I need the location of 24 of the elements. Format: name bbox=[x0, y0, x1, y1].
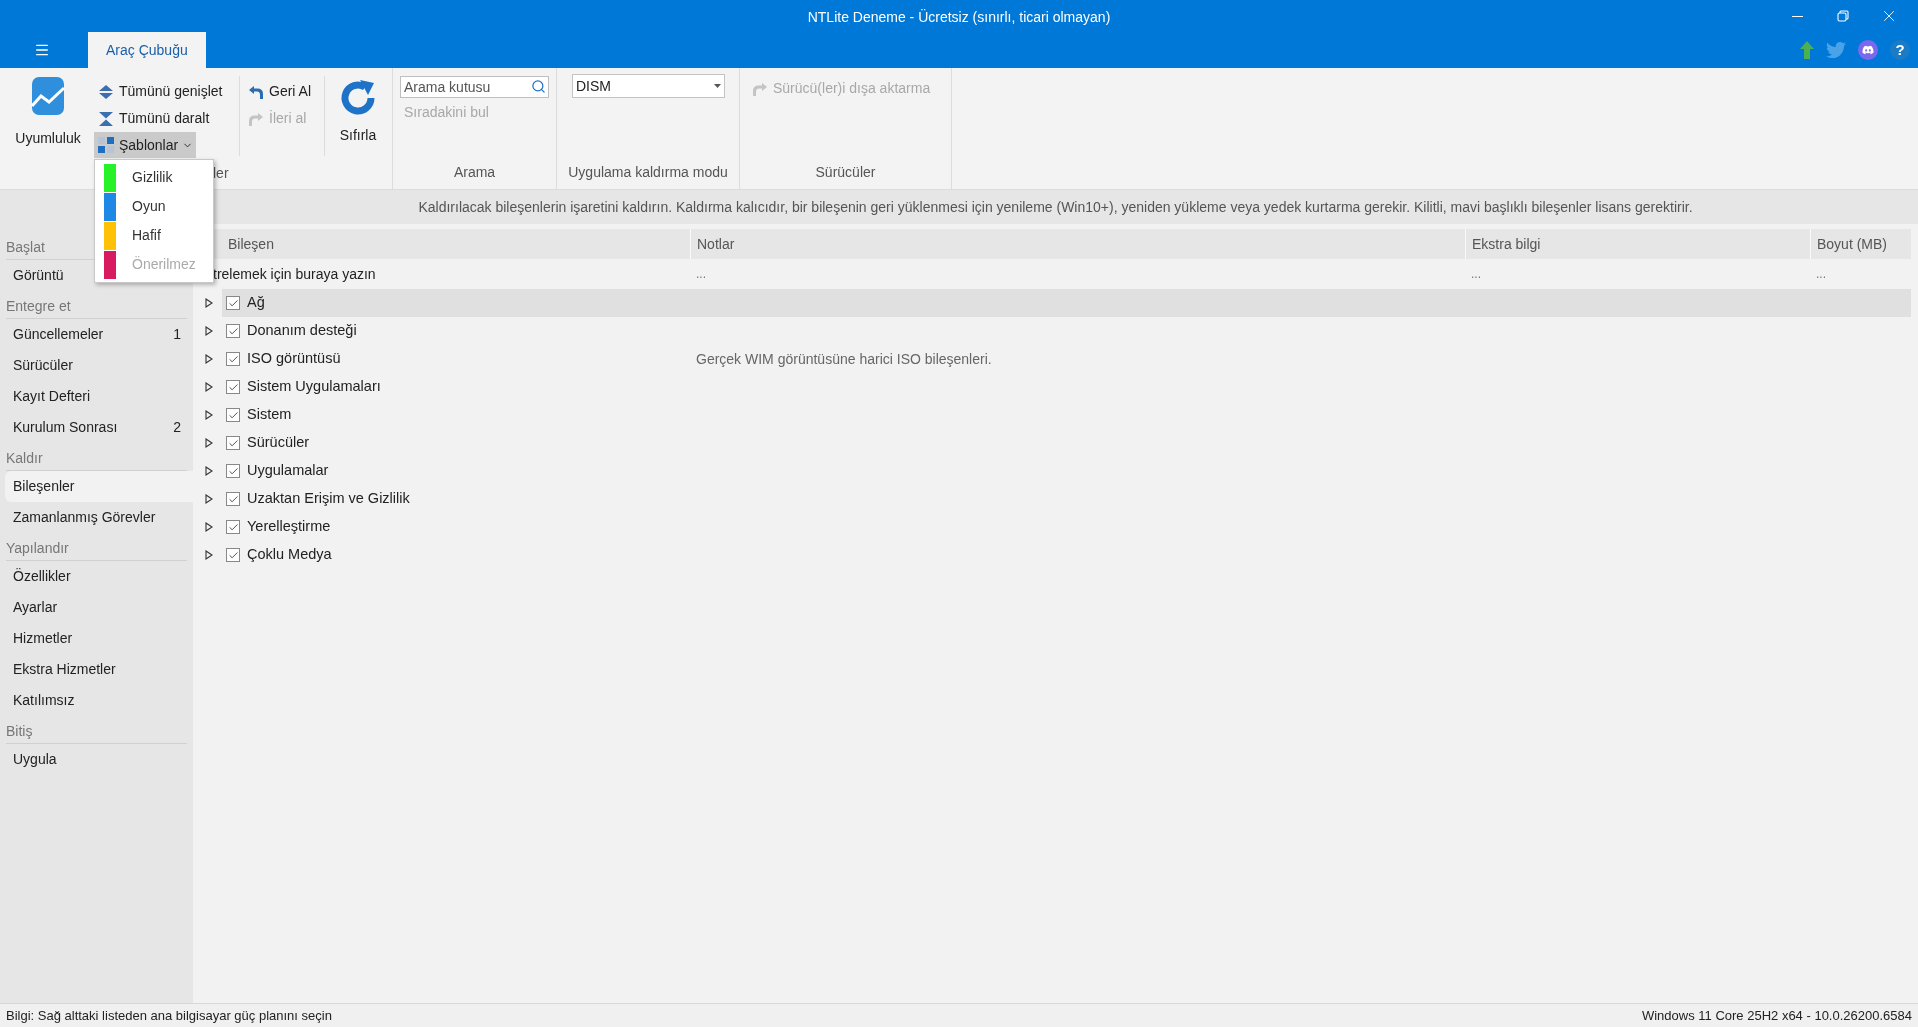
component-label: Sistem bbox=[247, 405, 292, 425]
window-title: NTLite Deneme - Ücretsiz (sınırlı, ticari olmayan) bbox=[807, 8, 1111, 27]
component-label: Sürücüler bbox=[247, 433, 310, 453]
component-label: Donanım desteği bbox=[247, 321, 357, 341]
component-label: Yerelleştirme bbox=[247, 517, 331, 537]
group-label: Sürücüler bbox=[815, 162, 876, 182]
note-text: Gerçek WIM görüntüsüne harici ISO bileşenleri. bbox=[695, 349, 993, 369]
component-label: Ağ bbox=[247, 293, 265, 313]
info-text: Kaldırılacak bileşenlerin işaretini kaldırın. Kaldırma kalıcıdır, bir bileşenin geri yüklenmesi için yenileme (Win10+), yeniden yükleme veya yedek kurtarma gerekir. Kilitli, mavi başlıklı bileşenler lisans gerektirir. bbox=[418, 197, 1693, 217]
component-label: Uygulamalar bbox=[247, 461, 329, 481]
group-label: Arama bbox=[453, 162, 496, 182]
version-text: Windows 11 Core 25H2 x64 - 10.0.26200.6584 bbox=[1641, 1006, 1912, 1025]
count-label: 1 bbox=[173, 325, 181, 344]
sidebar-section-header: Yapılandır bbox=[6, 537, 187, 561]
count-label: 2 bbox=[173, 418, 181, 437]
component-label: Çoklu Medya bbox=[247, 545, 332, 565]
sidebar-section-header: Entegre et bbox=[6, 295, 187, 319]
group-label: ler bbox=[213, 164, 229, 183]
component-label: ISO görüntüsü bbox=[247, 349, 341, 369]
group-label: Uygulama kaldırma modu bbox=[568, 162, 728, 182]
sidebar-section-header: Bitiş bbox=[6, 720, 187, 744]
status-text: Bilgi: Sağ alttaki listeden ana bilgisayar güç planını seçin bbox=[6, 1006, 332, 1025]
component-label: Sistem Uygulamaları bbox=[247, 377, 381, 397]
component-label: Uzaktan Erişim ve Gizlilik bbox=[247, 489, 410, 509]
